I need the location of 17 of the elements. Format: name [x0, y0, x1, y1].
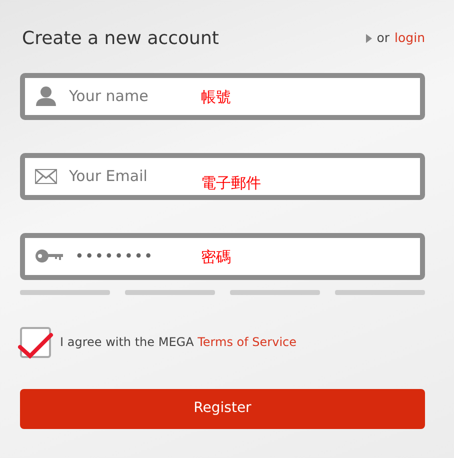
- annotation-text: 電子郵件: [201, 176, 261, 191]
- login-link[interactable]: login: [394, 29, 425, 48]
- checkbox[interactable]: [20, 326, 51, 358]
- input-field[interactable]: Your name: [69, 84, 189, 108]
- agree-text: I agree with the MEGA Terms of Service: [60, 334, 297, 352]
- envelope-icon: [35, 168, 57, 184]
- page-title: Create a new account: [21, 28, 219, 50]
- input-field[interactable]: Your Email: [69, 164, 189, 188]
- user-icon: [35, 86, 57, 106]
- annotation-text: 帳號: [201, 90, 231, 105]
- input-field[interactable]: ••••••••: [75, 244, 195, 268]
- terms-link[interactable]: Terms of Service: [198, 335, 297, 350]
- key-icon: [35, 249, 63, 264]
- or-label: or: [376, 29, 390, 48]
- register-button[interactable]: Register: [20, 388, 425, 429]
- annotation-text: 密碼: [201, 250, 231, 265]
- caret-icon: [366, 34, 372, 44]
